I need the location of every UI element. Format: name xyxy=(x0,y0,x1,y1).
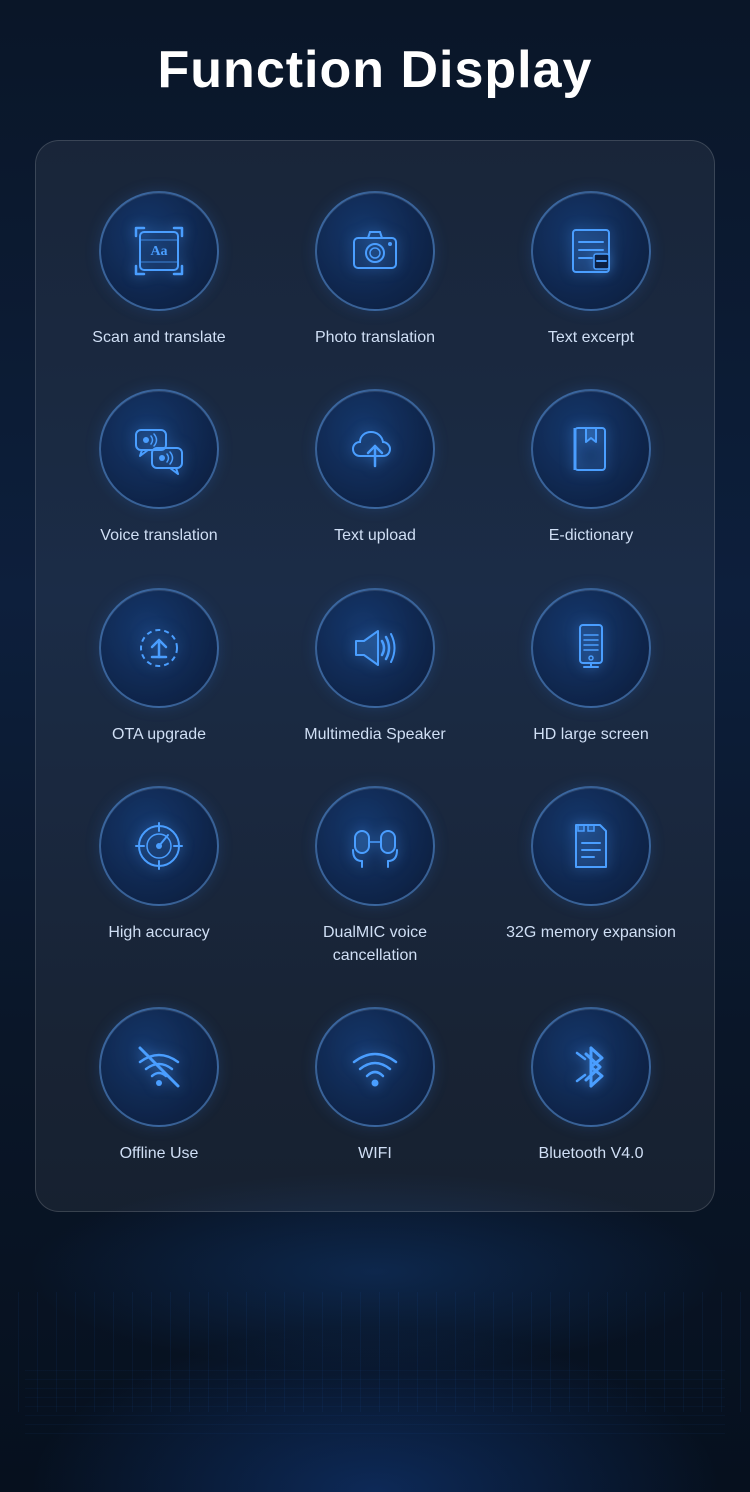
page-title: Function Display xyxy=(158,40,593,100)
voice-translation-icon-circle xyxy=(99,389,219,509)
text-excerpt-label: Text excerpt xyxy=(548,327,634,349)
wifi-icon-circle xyxy=(315,1007,435,1127)
feature-e-dictionary: E-dictionary xyxy=(488,369,694,557)
hd-screen-icon xyxy=(564,621,618,675)
svg-text:Aa: Aa xyxy=(150,244,167,259)
scan-translate-icon: Aa xyxy=(132,224,186,278)
high-accuracy-icon xyxy=(132,819,186,873)
memory-expansion-icon xyxy=(564,819,618,873)
high-accuracy-label: High accuracy xyxy=(108,922,209,944)
features-card: Aa Scan and translate P xyxy=(35,140,715,1212)
feature-hd-screen: HD large screen xyxy=(488,568,694,756)
photo-translation-icon-circle xyxy=(315,191,435,311)
memory-expansion-label: 32G memory expansion xyxy=(506,922,676,944)
high-accuracy-icon-circle xyxy=(99,786,219,906)
text-excerpt-icon-circle xyxy=(531,191,651,311)
bluetooth-icon-circle xyxy=(531,1007,651,1127)
bluetooth-label: Bluetooth V4.0 xyxy=(539,1143,644,1165)
feature-text-excerpt: Text excerpt xyxy=(488,171,694,359)
feature-ota-upgrade: OTA upgrade xyxy=(56,568,262,756)
feature-offline-use: Offline Use xyxy=(56,987,262,1175)
offline-use-label: Offline Use xyxy=(120,1143,199,1165)
voice-translation-label: Voice translation xyxy=(100,525,217,547)
feature-bluetooth: Bluetooth V4.0 xyxy=(488,987,694,1175)
scan-translate-label: Scan and translate xyxy=(92,327,225,349)
bluetooth-icon xyxy=(564,1040,618,1094)
feature-scan-translate: Aa Scan and translate xyxy=(56,171,262,359)
wifi-label: WIFI xyxy=(358,1143,392,1165)
feature-wifi: WIFI xyxy=(272,987,478,1175)
text-excerpt-icon xyxy=(564,224,618,278)
photo-translation-label: Photo translation xyxy=(315,327,435,349)
wifi-icon xyxy=(348,1040,402,1094)
feature-memory-expansion: 32G memory expansion xyxy=(488,766,694,977)
dual-mic-label: DualMIC voice cancellation xyxy=(282,922,468,967)
bottom-lines-decoration xyxy=(25,1362,725,1442)
multimedia-speaker-label: Multimedia Speaker xyxy=(304,724,445,746)
e-dictionary-label: E-dictionary xyxy=(549,525,633,547)
feature-voice-translation: Voice translation xyxy=(56,369,262,557)
text-upload-icon xyxy=(348,422,402,476)
e-dictionary-icon-circle xyxy=(531,389,651,509)
multimedia-speaker-icon xyxy=(348,621,402,675)
feature-high-accuracy: High accuracy xyxy=(56,766,262,977)
photo-translation-icon xyxy=(348,224,402,278)
ota-upgrade-label: OTA upgrade xyxy=(112,724,206,746)
hd-screen-icon-circle xyxy=(531,588,651,708)
ota-upgrade-icon xyxy=(132,621,186,675)
feature-dual-mic: DualMIC voice cancellation xyxy=(272,766,478,977)
feature-text-upload: Text upload xyxy=(272,369,478,557)
dual-mic-icon-circle xyxy=(315,786,435,906)
feature-photo-translation: Photo translation xyxy=(272,171,478,359)
text-upload-icon-circle xyxy=(315,389,435,509)
e-dictionary-icon xyxy=(564,422,618,476)
ota-upgrade-icon-circle xyxy=(99,588,219,708)
feature-multimedia-speaker: Multimedia Speaker xyxy=(272,568,478,756)
scan-translate-icon-circle: Aa xyxy=(99,191,219,311)
offline-use-icon-circle xyxy=(99,1007,219,1127)
offline-use-icon xyxy=(132,1040,186,1094)
hd-screen-label: HD large screen xyxy=(533,724,649,746)
dual-mic-icon xyxy=(348,819,402,873)
voice-translation-icon xyxy=(132,422,186,476)
multimedia-speaker-icon-circle xyxy=(315,588,435,708)
memory-expansion-icon-circle xyxy=(531,786,651,906)
text-upload-label: Text upload xyxy=(334,525,416,547)
